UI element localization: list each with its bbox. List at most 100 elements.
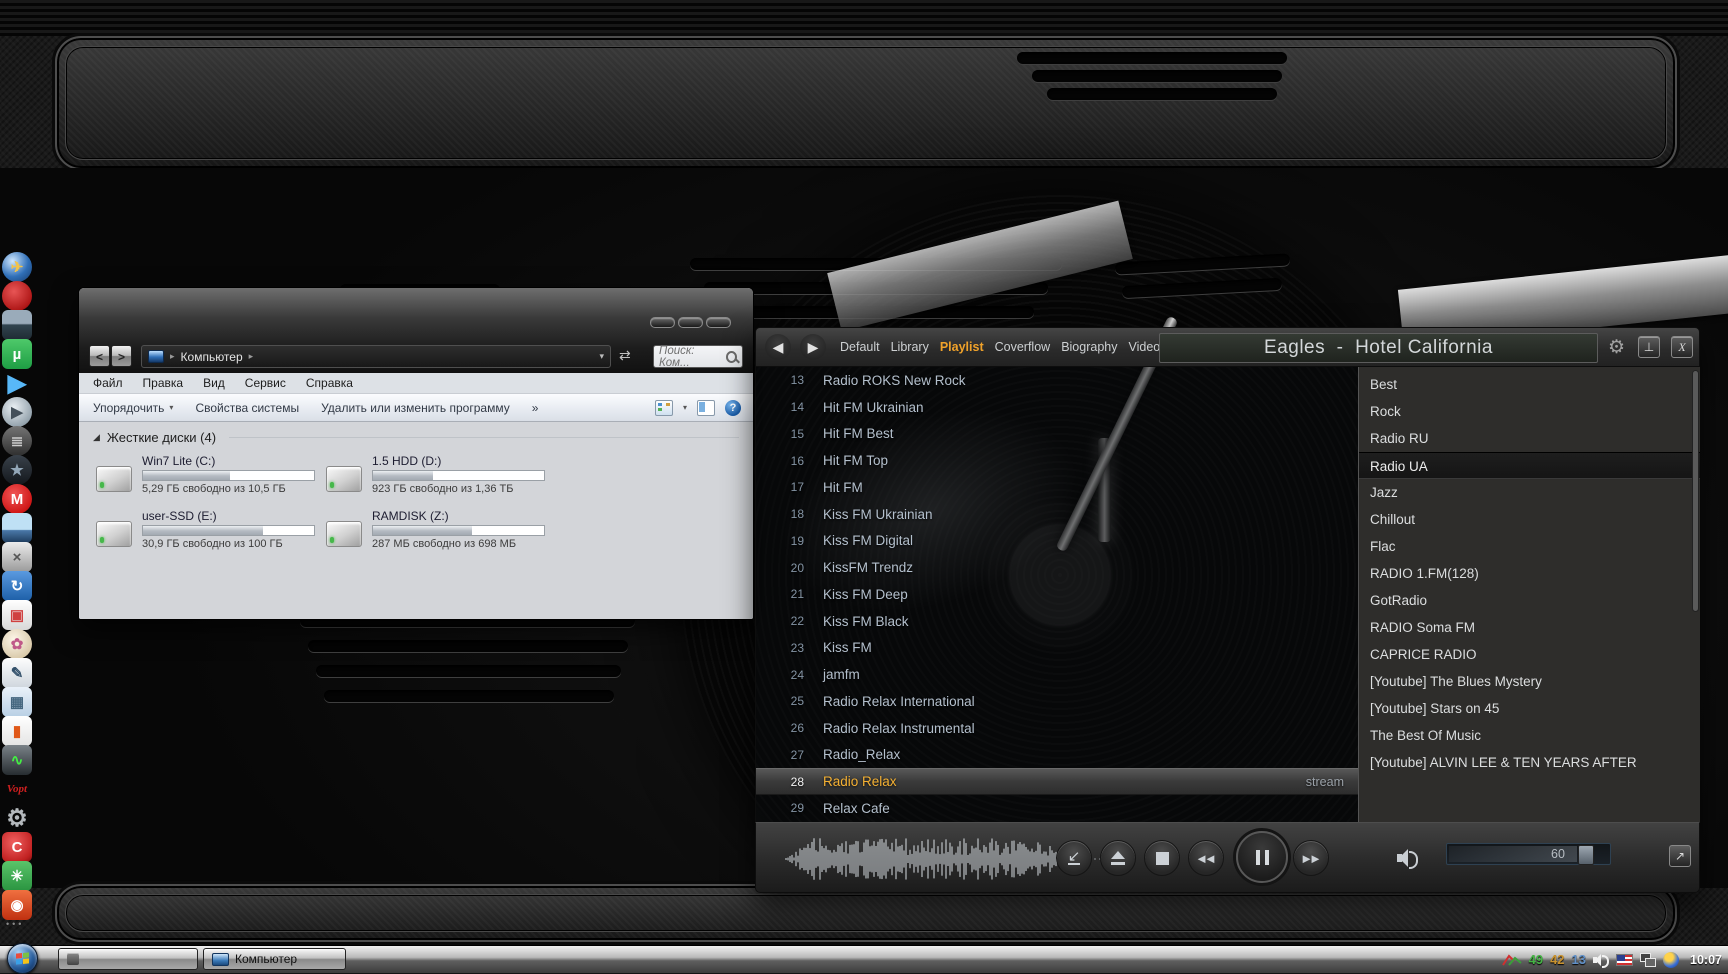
group-row[interactable]: Radio RU <box>1359 425 1700 452</box>
repair-tools-icon[interactable]: × <box>2 542 32 572</box>
group-row[interactable]: Best <box>1359 371 1700 398</box>
playlist-row[interactable]: 27Radio_Relax <box>756 742 1358 769</box>
search-icon[interactable] <box>726 351 737 363</box>
toolbar-item[interactable]: Свойства системы <box>195 401 299 415</box>
group-row[interactable]: The Best Of Music <box>1359 722 1700 749</box>
tab-video[interactable]: Video <box>1128 340 1160 354</box>
help-icon[interactable]: ? <box>725 400 741 416</box>
tab-playlist[interactable]: Playlist <box>940 340 984 354</box>
eject-button[interactable] <box>1100 840 1136 876</box>
toolbar-item[interactable]: Упорядочить▾ <box>93 401 173 415</box>
next-track-button[interactable]: ►► <box>1293 840 1329 876</box>
refresh-icon[interactable]: ⇄ <box>619 347 631 364</box>
playlist-row[interactable]: 14Hit FM Ukrainian <box>756 394 1358 421</box>
taskbar-button-device[interactable] <box>58 948 198 970</box>
playlist-row[interactable]: 20KissFM Trendz <box>756 554 1358 581</box>
group-row[interactable]: Chillout <box>1359 506 1700 533</box>
drive-item[interactable]: user-SSD (E:)30,9 ГБ свободно из 100 ГБ <box>96 509 321 550</box>
pause-button[interactable] <box>1236 831 1288 883</box>
playlist-row[interactable]: 16Hit FM Top <box>756 447 1358 474</box>
playlist-row[interactable]: 15Hit FM Best <box>756 421 1358 448</box>
maximize-button[interactable] <box>678 317 703 328</box>
playlist-row[interactable]: 21Kiss FM Deep <box>756 581 1358 608</box>
group-row[interactable]: Rock <box>1359 398 1700 425</box>
vopt-defrag-icon[interactable]: Vopt <box>2 774 32 804</box>
preview-pane-icon[interactable] <box>697 400 715 416</box>
calculator-icon[interactable]: ▦ <box>2 687 32 717</box>
address-bar[interactable]: ▸ Компьютер ▸ ▾ <box>141 345 611 368</box>
playlist-row[interactable]: 13Radio ROKS New Rock <box>756 367 1358 394</box>
playlist-row[interactable]: 28Radio Relaxstream <box>756 768 1358 795</box>
menu-item-вид[interactable]: Вид <box>203 376 225 390</box>
police-cap-icon[interactable]: ★ <box>2 455 32 485</box>
search-box[interactable]: Поиск: Ком... <box>653 345 743 368</box>
volume-mute-icon[interactable] <box>1396 847 1418 869</box>
menu-item-файл[interactable]: Файл <box>93 376 123 390</box>
start-button[interactable] <box>7 943 38 974</box>
settings-gears-icon[interactable]: ⚙ <box>2 803 32 833</box>
player-forward-icon[interactable]: ▶ <box>800 334 826 360</box>
close-button[interactable] <box>706 317 731 328</box>
language-flag-icon[interactable] <box>1616 954 1633 966</box>
group-row[interactable]: RADIO 1.FM(128) <box>1359 560 1700 587</box>
player-header[interactable]: ◀ ▶ Default Library Playlist Coverflow Biogr… <box>755 327 1700 367</box>
toolbar-item[interactable]: Удалить или изменить программу <box>321 401 510 415</box>
browser-globe-icon[interactable]: ✈ <box>2 252 32 282</box>
playlist-row[interactable]: 18Kiss FM Ukrainian <box>756 501 1358 528</box>
group-row[interactable]: Radio UA <box>1359 452 1700 479</box>
tab-biography[interactable]: Biography <box>1061 340 1117 354</box>
drive-item[interactable]: 1.5 HDD (D:)923 ГБ свободно из 1,36 ТБ <box>326 454 551 495</box>
play-media-icon[interactable]: ▶ <box>2 368 32 398</box>
utorrent-icon[interactable]: µ <box>2 339 32 369</box>
jump-to-current-button[interactable]: ↙ <box>1056 840 1092 876</box>
group-row[interactable]: CAPRICE RADIO <box>1359 641 1700 668</box>
drive-item[interactable]: RAMDISK (Z:)287 МБ свободно из 698 МБ <box>326 509 551 550</box>
group-row[interactable]: Flac <box>1359 533 1700 560</box>
ccleaner-icon[interactable]: C <box>2 832 32 862</box>
group-expander-icon[interactable]: ◢ <box>93 432 100 443</box>
playlist-row[interactable]: 22Kiss FM Black <box>756 608 1358 635</box>
group-row[interactable]: GotRadio <box>1359 587 1700 614</box>
mega-sync-icon[interactable]: M <box>2 484 32 514</box>
playlist-row[interactable]: 25Radio Relax International <box>756 688 1358 715</box>
tray-counter-orange[interactable]: 42 <box>1550 952 1564 967</box>
paint-palette-icon[interactable]: ✿ <box>2 629 32 659</box>
toolbar-item[interactable]: » <box>532 401 539 415</box>
volume-handle[interactable] <box>1578 845 1594 865</box>
dock-page-dots[interactable]: ••• <box>2 919 36 929</box>
notepad-icon[interactable]: ✎ <box>2 658 32 688</box>
playlist-row[interactable]: 24jamfm <box>756 661 1358 688</box>
group-row[interactable]: [Youtube] The Blues Mystery <box>1359 668 1700 695</box>
system-monitor-icon[interactable]: ∿ <box>2 745 32 775</box>
faststone-capture-icon[interactable]: ▣ <box>2 600 32 630</box>
display-wallpaper-icon[interactable] <box>2 513 32 543</box>
playlist-row[interactable]: 26Radio Relax Instrumental <box>756 715 1358 742</box>
messenger-icon[interactable] <box>1663 952 1679 968</box>
group-row[interactable]: [Youtube] Stars on 45 <box>1359 695 1700 722</box>
taskbar-button-computer[interactable]: Компьютер <box>203 948 346 970</box>
group-row[interactable]: RADIO Soma FM <box>1359 614 1700 641</box>
playlist-row[interactable]: 17Hit FM <box>756 474 1358 501</box>
menu-item-справка[interactable]: Справка <box>306 376 353 390</box>
forward-button[interactable]: > <box>111 345 132 367</box>
group-row[interactable]: [Youtube] ALVIN LEE & TEN YEARS AFTER <box>1359 749 1700 776</box>
audio-device-icon[interactable]: ≣ <box>2 426 32 456</box>
tab-coverflow[interactable]: Coverflow <box>995 340 1051 354</box>
previous-track-button[interactable]: ◄◄ <box>1188 840 1224 876</box>
playlist-row[interactable]: 23Kiss FM <box>756 635 1358 662</box>
tab-default[interactable]: Default <box>840 340 880 354</box>
groups-scrollbar[interactable] <box>1693 371 1698 611</box>
menu-item-сервис[interactable]: Сервис <box>245 376 286 390</box>
playlist-row[interactable]: 29Relax Cafe <box>756 795 1358 822</box>
dock-window-button[interactable]: ⊥ <box>1638 336 1660 358</box>
tab-library[interactable]: Library <box>891 340 929 354</box>
shutdown-icon[interactable]: ◉ <box>2 890 32 920</box>
playlist-row[interactable]: 19Kiss FM Digital <box>756 528 1358 555</box>
player-back-icon[interactable]: ◀ <box>765 334 791 360</box>
tray-counter-green[interactable]: 49 <box>1529 952 1543 967</box>
change-view-icon[interactable] <box>655 400 673 416</box>
volume-slider[interactable]: 60 <box>1446 843 1611 865</box>
address-dropdown-icon[interactable]: ▾ <box>599 351 604 362</box>
stop-button[interactable] <box>1144 840 1180 876</box>
detach-window-button[interactable]: ↗ <box>1669 845 1691 867</box>
